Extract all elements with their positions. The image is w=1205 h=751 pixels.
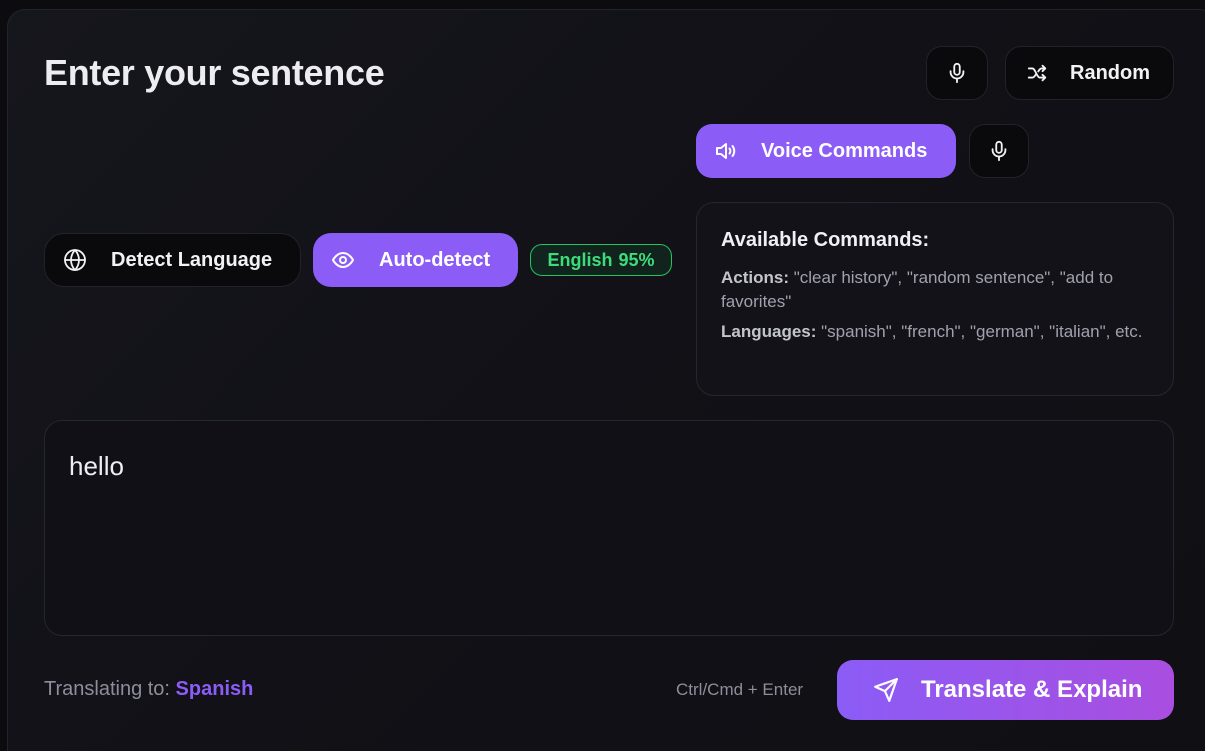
shuffle-icon <box>1024 62 1050 84</box>
microphone-button[interactable] <box>926 46 988 100</box>
auto-detect-label: Auto-detect <box>379 248 491 271</box>
languages-label: Languages: <box>721 322 817 341</box>
actions-label: Actions: <box>721 268 789 287</box>
translate-explain-label: Translate & Explain <box>921 676 1143 703</box>
page-title: Enter your sentence <box>44 52 385 93</box>
commands-title: Available Commands: <box>721 229 930 251</box>
target-language[interactable]: Spanish <box>176 678 254 700</box>
globe-icon <box>63 248 87 272</box>
microphone-icon <box>946 62 968 84</box>
detect-language-label: Detect Language <box>111 248 273 271</box>
voice-commands-label: Voice Commands <box>761 139 928 162</box>
microphone-icon <box>988 140 1010 162</box>
sentence-input[interactable]: hello <box>44 420 1174 636</box>
languages-line: Languages: "spanish", "french", "german"… <box>721 320 1149 344</box>
detected-language-badge: English 95% <box>530 244 672 276</box>
voice-microphone-button[interactable] <box>969 124 1029 178</box>
keyboard-shortcut-hint: Ctrl/Cmd + Enter <box>676 680 804 699</box>
detection-confidence: 95% <box>618 249 655 270</box>
voice-commands-button[interactable]: Voice Commands <box>696 124 956 178</box>
auto-detect-button[interactable]: Auto-detect <box>313 233 518 287</box>
available-commands-panel: Available Commands: Actions: "clear hist… <box>696 202 1174 396</box>
send-icon <box>873 677 899 703</box>
translating-to: Translating to: Spanish <box>44 678 253 701</box>
random-label: Random <box>1070 61 1150 84</box>
detected-language: English <box>547 249 613 270</box>
actions-line: Actions: "clear history", "random senten… <box>721 266 1149 314</box>
eye-icon <box>331 248 355 272</box>
languages-text: "spanish", "french", "german", "italian"… <box>816 322 1143 341</box>
speaker-icon <box>713 139 739 163</box>
translating-label: Translating to: <box>44 678 176 700</box>
detect-language-button[interactable]: Detect Language <box>44 233 301 287</box>
random-button[interactable]: Random <box>1005 46 1174 100</box>
translate-explain-button[interactable]: Translate & Explain <box>837 660 1174 720</box>
